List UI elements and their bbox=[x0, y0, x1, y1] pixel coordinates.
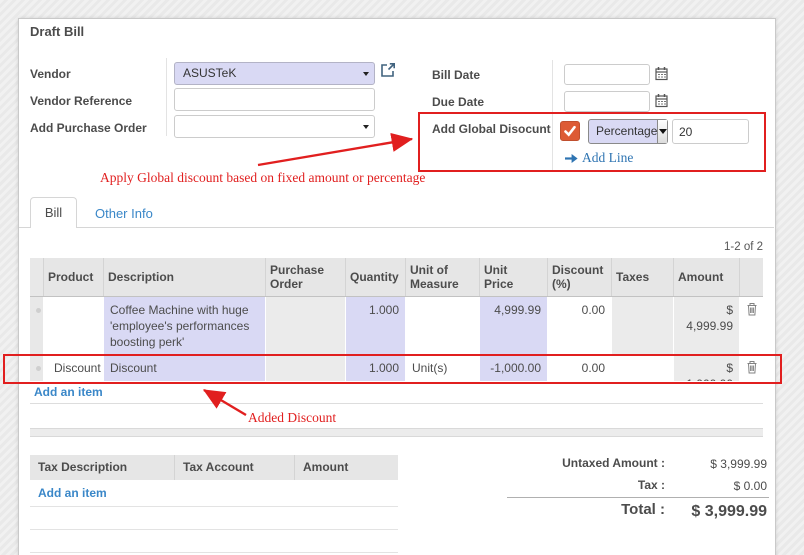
form-divider-left bbox=[166, 58, 167, 136]
calendar-icon[interactable] bbox=[655, 93, 668, 111]
col-header-tax-account: Tax Account bbox=[175, 455, 295, 480]
cell-unit-price[interactable]: -1,000.00 bbox=[480, 355, 548, 381]
tax-total-label: Tax : bbox=[480, 478, 665, 492]
handle-column-header bbox=[30, 258, 44, 296]
discount-type-select[interactable]: Percentage bbox=[588, 119, 668, 144]
vendor-reference-label: Vendor Reference bbox=[30, 94, 132, 108]
external-link-icon[interactable] bbox=[380, 62, 396, 81]
calendar-icon[interactable] bbox=[655, 66, 668, 84]
trash-icon bbox=[746, 302, 758, 316]
cell-description[interactable]: Coffee Machine with huge 'employee's per… bbox=[104, 297, 266, 355]
tab-other-info[interactable]: Other Info bbox=[95, 206, 153, 221]
tab-bar-divider bbox=[19, 227, 774, 228]
add-purchase-order-select[interactable] bbox=[174, 115, 375, 138]
col-header-tax-description: Tax Description bbox=[30, 455, 175, 480]
tax-table-row-divider bbox=[30, 506, 398, 507]
cell-purchase-order bbox=[266, 297, 346, 355]
cell-discount[interactable]: 0.00 bbox=[548, 297, 612, 355]
drag-handle-icon bbox=[36, 308, 41, 313]
delete-column-header bbox=[740, 258, 763, 296]
col-header-taxes: Taxes bbox=[612, 258, 674, 296]
cell-amount: $ -1,000.00 bbox=[674, 355, 740, 381]
col-header-unit-price: Unit Price bbox=[480, 258, 548, 296]
add-global-discount-label: Add Global Disocunt bbox=[432, 122, 551, 136]
vendor-select[interactable]: ASUSTeK bbox=[174, 62, 375, 85]
annotation-global-discount: Apply Global discount based on fixed amo… bbox=[100, 170, 425, 186]
page-title: Draft Bill bbox=[30, 24, 84, 39]
col-header-quantity: Quantity bbox=[346, 258, 406, 296]
vendor-label: Vendor bbox=[30, 67, 71, 81]
cell-product[interactable]: Discount bbox=[44, 355, 104, 381]
add-line-label: Add Line bbox=[582, 150, 633, 166]
arrow-right-icon bbox=[565, 153, 578, 164]
tax-table-row-divider bbox=[30, 529, 398, 530]
due-date-label: Due Date bbox=[432, 95, 484, 109]
chevron-down-icon bbox=[363, 125, 369, 129]
tax-table-header: Tax Description Tax Account Amount bbox=[30, 455, 398, 480]
delete-row-button[interactable] bbox=[740, 355, 763, 381]
cell-quantity[interactable]: 1.000 bbox=[346, 297, 406, 355]
check-icon bbox=[563, 124, 577, 138]
tax-add-an-item-link[interactable]: Add an item bbox=[38, 486, 107, 500]
col-header-discount: Discount (%) bbox=[548, 258, 612, 296]
chevron-down-icon bbox=[363, 72, 369, 76]
trash-icon bbox=[746, 360, 758, 374]
cell-discount[interactable]: 0.00 bbox=[548, 355, 612, 381]
cell-taxes[interactable] bbox=[612, 355, 674, 381]
col-header-description: Description bbox=[104, 258, 266, 296]
form-divider-right bbox=[552, 60, 553, 171]
table-row-discount[interactable]: Discount Discount 1.000 Unit(s) -1,000.0… bbox=[30, 355, 763, 381]
bill-form-screen: Draft Bill Vendor ASUSTeK Vendor Referen… bbox=[0, 0, 804, 555]
drag-handle-icon bbox=[36, 366, 41, 371]
vendor-reference-input[interactable] bbox=[174, 88, 375, 111]
tax-table-row-divider bbox=[30, 552, 398, 553]
vendor-select-value: ASUSTeK bbox=[183, 66, 236, 80]
col-header-purchase-order: Purchase Order bbox=[266, 258, 346, 296]
add-item-row: Add an item bbox=[30, 381, 763, 404]
cell-unit-of-measure[interactable] bbox=[406, 297, 480, 355]
cell-quantity[interactable]: 1.000 bbox=[346, 355, 406, 381]
total-value: $ 3,999.99 bbox=[640, 503, 767, 521]
discount-amount-input[interactable] bbox=[672, 119, 749, 144]
col-header-unit-of-measure: Unit of Measure bbox=[406, 258, 480, 296]
cell-description[interactable]: Discount bbox=[104, 355, 266, 381]
col-header-tax-amount: Amount bbox=[295, 455, 398, 480]
add-an-item-link[interactable]: Add an item bbox=[34, 385, 103, 399]
total-label: Total : bbox=[480, 501, 665, 518]
due-date-input[interactable] bbox=[564, 91, 650, 112]
cell-unit-price[interactable]: 4,999.99 bbox=[480, 297, 548, 355]
cell-taxes bbox=[612, 297, 674, 355]
row-handle[interactable] bbox=[30, 297, 44, 355]
untaxed-amount-value: $ 3,999.99 bbox=[660, 457, 767, 471]
cell-product[interactable] bbox=[44, 297, 104, 355]
delete-row-button[interactable] bbox=[740, 297, 763, 355]
pager: 1-2 of 2 bbox=[690, 241, 763, 253]
chevron-down-icon bbox=[657, 120, 667, 143]
col-header-product: Product bbox=[44, 258, 104, 296]
cell-unit-of-measure[interactable]: Unit(s) bbox=[406, 355, 480, 381]
lines-table-header: Product Description Purchase Order Quant… bbox=[30, 258, 763, 297]
untaxed-amount-label: Untaxed Amount : bbox=[480, 456, 665, 470]
global-discount-checkbox[interactable] bbox=[560, 121, 580, 141]
table-row-coffee-machine[interactable]: Coffee Machine with huge 'employee's per… bbox=[30, 297, 763, 355]
col-header-amount: Amount bbox=[674, 258, 740, 296]
totals-divider bbox=[507, 497, 769, 498]
add-purchase-order-label: Add Purchase Order bbox=[30, 121, 147, 135]
discount-type-value: Percentage bbox=[589, 120, 657, 143]
tab-bill[interactable]: Bill bbox=[30, 197, 77, 228]
tax-total-value: $ 0.00 bbox=[660, 479, 767, 493]
row-handle[interactable] bbox=[30, 355, 44, 381]
annotation-added-discount: Added Discount bbox=[248, 410, 336, 426]
add-line-link[interactable]: Add Line bbox=[565, 150, 633, 166]
bill-date-label: Bill Date bbox=[432, 68, 480, 82]
cell-amount: $ 4,999.99 bbox=[674, 297, 740, 355]
invoice-lines-table: Product Description Purchase Order Quant… bbox=[30, 258, 763, 404]
cell-purchase-order bbox=[266, 355, 346, 381]
section-separator bbox=[30, 428, 763, 437]
bill-date-input[interactable] bbox=[564, 64, 650, 85]
